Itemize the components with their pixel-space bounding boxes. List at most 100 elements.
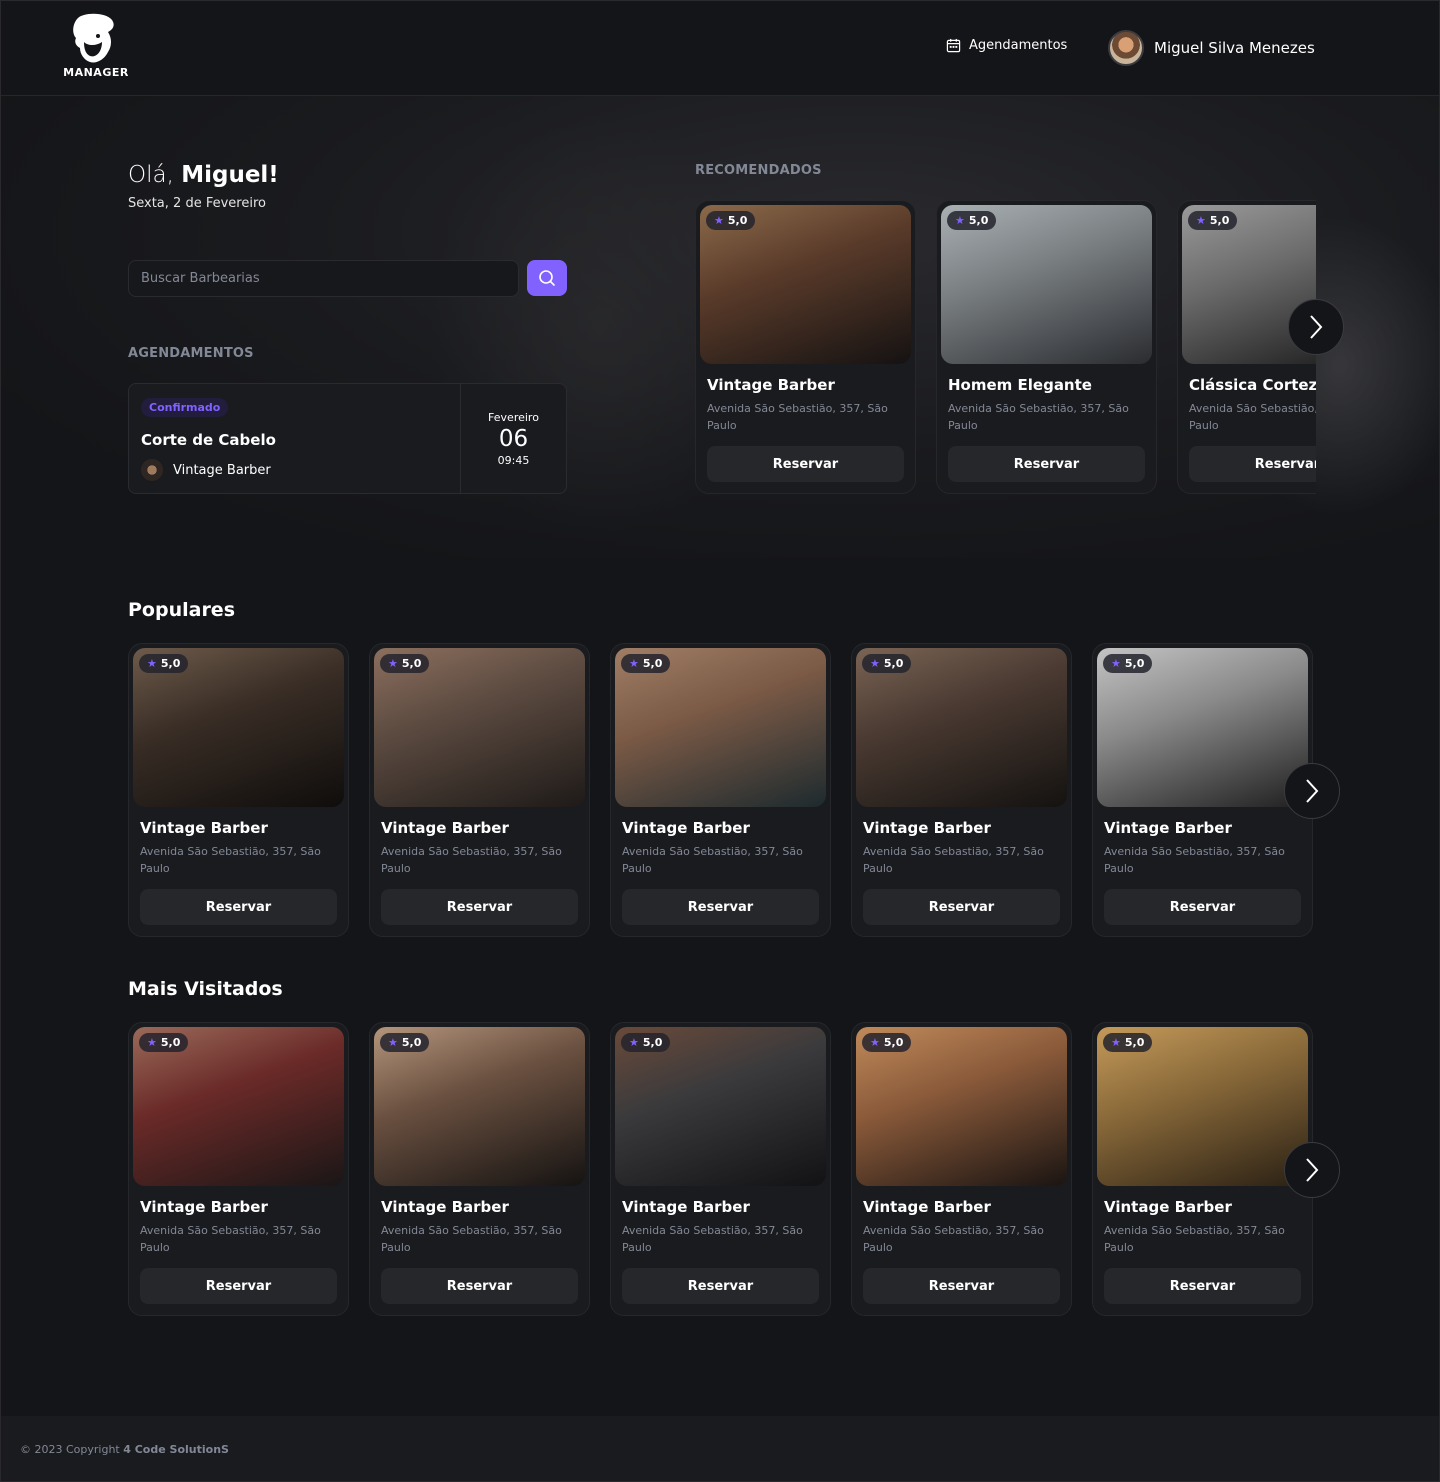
star-icon: ★	[714, 214, 724, 227]
recommended-next-button[interactable]	[1288, 299, 1344, 355]
rating-badge: ★ 5,0	[1188, 211, 1238, 230]
logo-text: MANAGER	[63, 66, 129, 79]
barbershop-image: ★ 5,0	[856, 648, 1067, 807]
barber-face-icon	[73, 13, 114, 63]
most-visited-row: ★ 5,0 Vintage Barber Avenida São Sebastião,…	[128, 1022, 1313, 1318]
reserve-button[interactable]: Reservar	[1189, 446, 1316, 482]
barbershop-image: ★ 5,0	[374, 648, 585, 807]
barbershop-card[interactable]: ★ 5,0 Vintage Barber Avenida São Sebastião,…	[695, 200, 916, 494]
star-icon: ★	[870, 1036, 880, 1049]
barbershop-card[interactable]: ★ 5,0 Vintage Barber Avenida São Sebastião,…	[851, 1022, 1072, 1316]
barbershop-name: Vintage Barber	[622, 819, 750, 837]
rating-badge: ★ 5,0	[862, 1033, 912, 1052]
reserve-button[interactable]: Reservar	[140, 1268, 337, 1304]
barbershop-name: Vintage Barber	[622, 1198, 750, 1216]
reserve-button[interactable]: Reservar	[140, 889, 337, 925]
reserve-button[interactable]: Reservar	[381, 1268, 578, 1304]
barbershop-image: ★ 5,0	[133, 1027, 344, 1186]
barbershop-image: ★ 5,0	[700, 205, 911, 364]
reserve-button[interactable]: Reservar	[863, 889, 1060, 925]
barbershop-card[interactable]: ★ 5,0 Clássica Cortez Avenida São Sebastião…	[1177, 200, 1316, 494]
search-button[interactable]	[527, 260, 567, 296]
nav-agendamentos-label: Agendamentos	[969, 38, 1068, 53]
greeting: Olá, Miguel!	[128, 162, 279, 188]
barbershop-image: ★ 5,0	[1097, 1027, 1308, 1186]
rating-value: 5,0	[727, 214, 748, 227]
barbershop-image: ★ 5,0	[615, 1027, 826, 1186]
barbershop-card[interactable]: ★ 5,0 Vintage Barber Avenida São Sebastião,…	[369, 643, 590, 937]
barbershop-address: Avenida São Sebastião, 357, São Paulo	[948, 402, 1129, 432]
barbershop-name: Vintage Barber	[707, 376, 835, 394]
barbershop-image: ★ 5,0	[1097, 648, 1308, 807]
greeting-name: Miguel!	[181, 162, 279, 188]
star-icon: ★	[629, 1036, 639, 1049]
barbershop-address: Avenida São Sebastião, 357, São Paulo	[1104, 1224, 1285, 1254]
appointment-shop-name: Vintage Barber	[173, 462, 271, 478]
rating-value: 5,0	[160, 657, 181, 670]
barbershop-name: Vintage Barber	[863, 819, 991, 837]
search-icon	[539, 270, 555, 286]
reserve-button[interactable]: Reservar	[622, 1268, 819, 1304]
barbershop-name: Vintage Barber	[381, 1198, 509, 1216]
barbershop-card[interactable]: ★ 5,0 Vintage Barber Avenida São Sebastião,…	[1092, 1022, 1313, 1316]
barbershop-address: Avenida São Sebastião, 357, São Paulo	[1189, 402, 1316, 432]
user-menu[interactable]: Miguel Silva Menezes	[1108, 30, 1315, 66]
shop-avatar	[141, 459, 163, 481]
barbershop-address: Avenida São Sebastião, 357, São Paulo	[622, 845, 803, 875]
barbershop-address: Avenida São Sebastião, 357, São Paulo	[381, 845, 562, 875]
status-badge: Confirmado	[141, 398, 229, 417]
barbershop-image: ★ 5,0	[856, 1027, 1067, 1186]
barbershop-card[interactable]: ★ 5,0 Homem Elegante Avenida São Sebastião,…	[936, 200, 1157, 494]
most-visited-next-button[interactable]	[1284, 1142, 1340, 1198]
barbershop-card[interactable]: ★ 5,0 Vintage Barber Avenida São Sebastião,…	[128, 1022, 349, 1316]
barbershop-card[interactable]: ★ 5,0 Vintage Barber Avenida São Sebastião,…	[369, 1022, 590, 1316]
manager-logo[interactable]: MANAGER	[62, 12, 130, 82]
appointment-card[interactable]: Confirmado Corte de Cabelo Vintage Barbe…	[128, 383, 567, 494]
reserve-button[interactable]: Reservar	[1104, 1268, 1301, 1304]
rating-value: 5,0	[968, 214, 989, 227]
appointment-month: Fevereiro	[488, 410, 539, 424]
barbershop-card[interactable]: ★ 5,0 Vintage Barber Avenida São Sebastião,…	[851, 643, 1072, 937]
barbershop-name: Homem Elegante	[948, 376, 1092, 394]
popular-next-button[interactable]	[1284, 763, 1340, 819]
search-input[interactable]	[128, 260, 519, 297]
barbershop-image: ★ 5,0	[941, 205, 1152, 364]
reserve-button[interactable]: Reservar	[381, 889, 578, 925]
rating-value: 5,0	[401, 1036, 422, 1049]
recommended-label: RECOMENDADOS	[695, 163, 822, 178]
barbershop-address: Avenida São Sebastião, 357, São Paulo	[863, 845, 1044, 875]
footer-company: 4 Code SolutionS	[123, 1442, 229, 1456]
popular-row: ★ 5,0 Vintage Barber Avenida São Sebastião,…	[128, 643, 1313, 939]
rating-badge: ★ 5,0	[1103, 654, 1153, 673]
rating-badge: ★ 5,0	[862, 654, 912, 673]
reserve-button[interactable]: Reservar	[863, 1268, 1060, 1304]
reserve-button[interactable]: Reservar	[1104, 889, 1301, 925]
reserve-button[interactable]: Reservar	[707, 446, 904, 482]
star-icon: ★	[1111, 1036, 1121, 1049]
reserve-button[interactable]: Reservar	[948, 446, 1145, 482]
barbershop-name: Vintage Barber	[863, 1198, 991, 1216]
star-icon: ★	[1196, 214, 1206, 227]
star-icon: ★	[629, 657, 639, 670]
barbershop-card[interactable]: ★ 5,0 Vintage Barber Avenida São Sebastião,…	[610, 1022, 831, 1316]
user-name: Miguel Silva Menezes	[1154, 39, 1315, 57]
rating-value: 5,0	[883, 1036, 904, 1049]
barbershop-card[interactable]: ★ 5,0 Vintage Barber Avenida São Sebastião,…	[128, 643, 349, 937]
rating-badge: ★ 5,0	[706, 211, 756, 230]
footer: © 2023 Copyright 4 Code SolutionS	[0, 1416, 1440, 1482]
nav-agendamentos[interactable]: Agendamentos	[946, 38, 1067, 53]
reserve-button[interactable]: Reservar	[622, 889, 819, 925]
greeting-prefix: Olá,	[128, 162, 174, 188]
barbershop-card[interactable]: ★ 5,0 Vintage Barber Avenida São Sebastião,…	[610, 643, 831, 937]
chevron-right-icon	[1306, 1158, 1319, 1182]
barbershop-name: Clássica Cortez	[1189, 376, 1316, 394]
barbershop-card[interactable]: ★ 5,0 Vintage Barber Avenida São Sebastião,…	[1092, 643, 1313, 937]
appointments-label: AGENDAMENTOS	[128, 346, 254, 361]
star-icon: ★	[388, 657, 398, 670]
calendar-icon	[946, 38, 961, 53]
barbershop-image: ★ 5,0	[133, 648, 344, 807]
barbershop-address: Avenida São Sebastião, 357, São Paulo	[863, 1224, 1044, 1254]
barbershop-address: Avenida São Sebastião, 357, São Paulo	[140, 845, 321, 875]
rating-value: 5,0	[883, 657, 904, 670]
barbershop-address: Avenida São Sebastião, 357, São Paulo	[381, 1224, 562, 1254]
